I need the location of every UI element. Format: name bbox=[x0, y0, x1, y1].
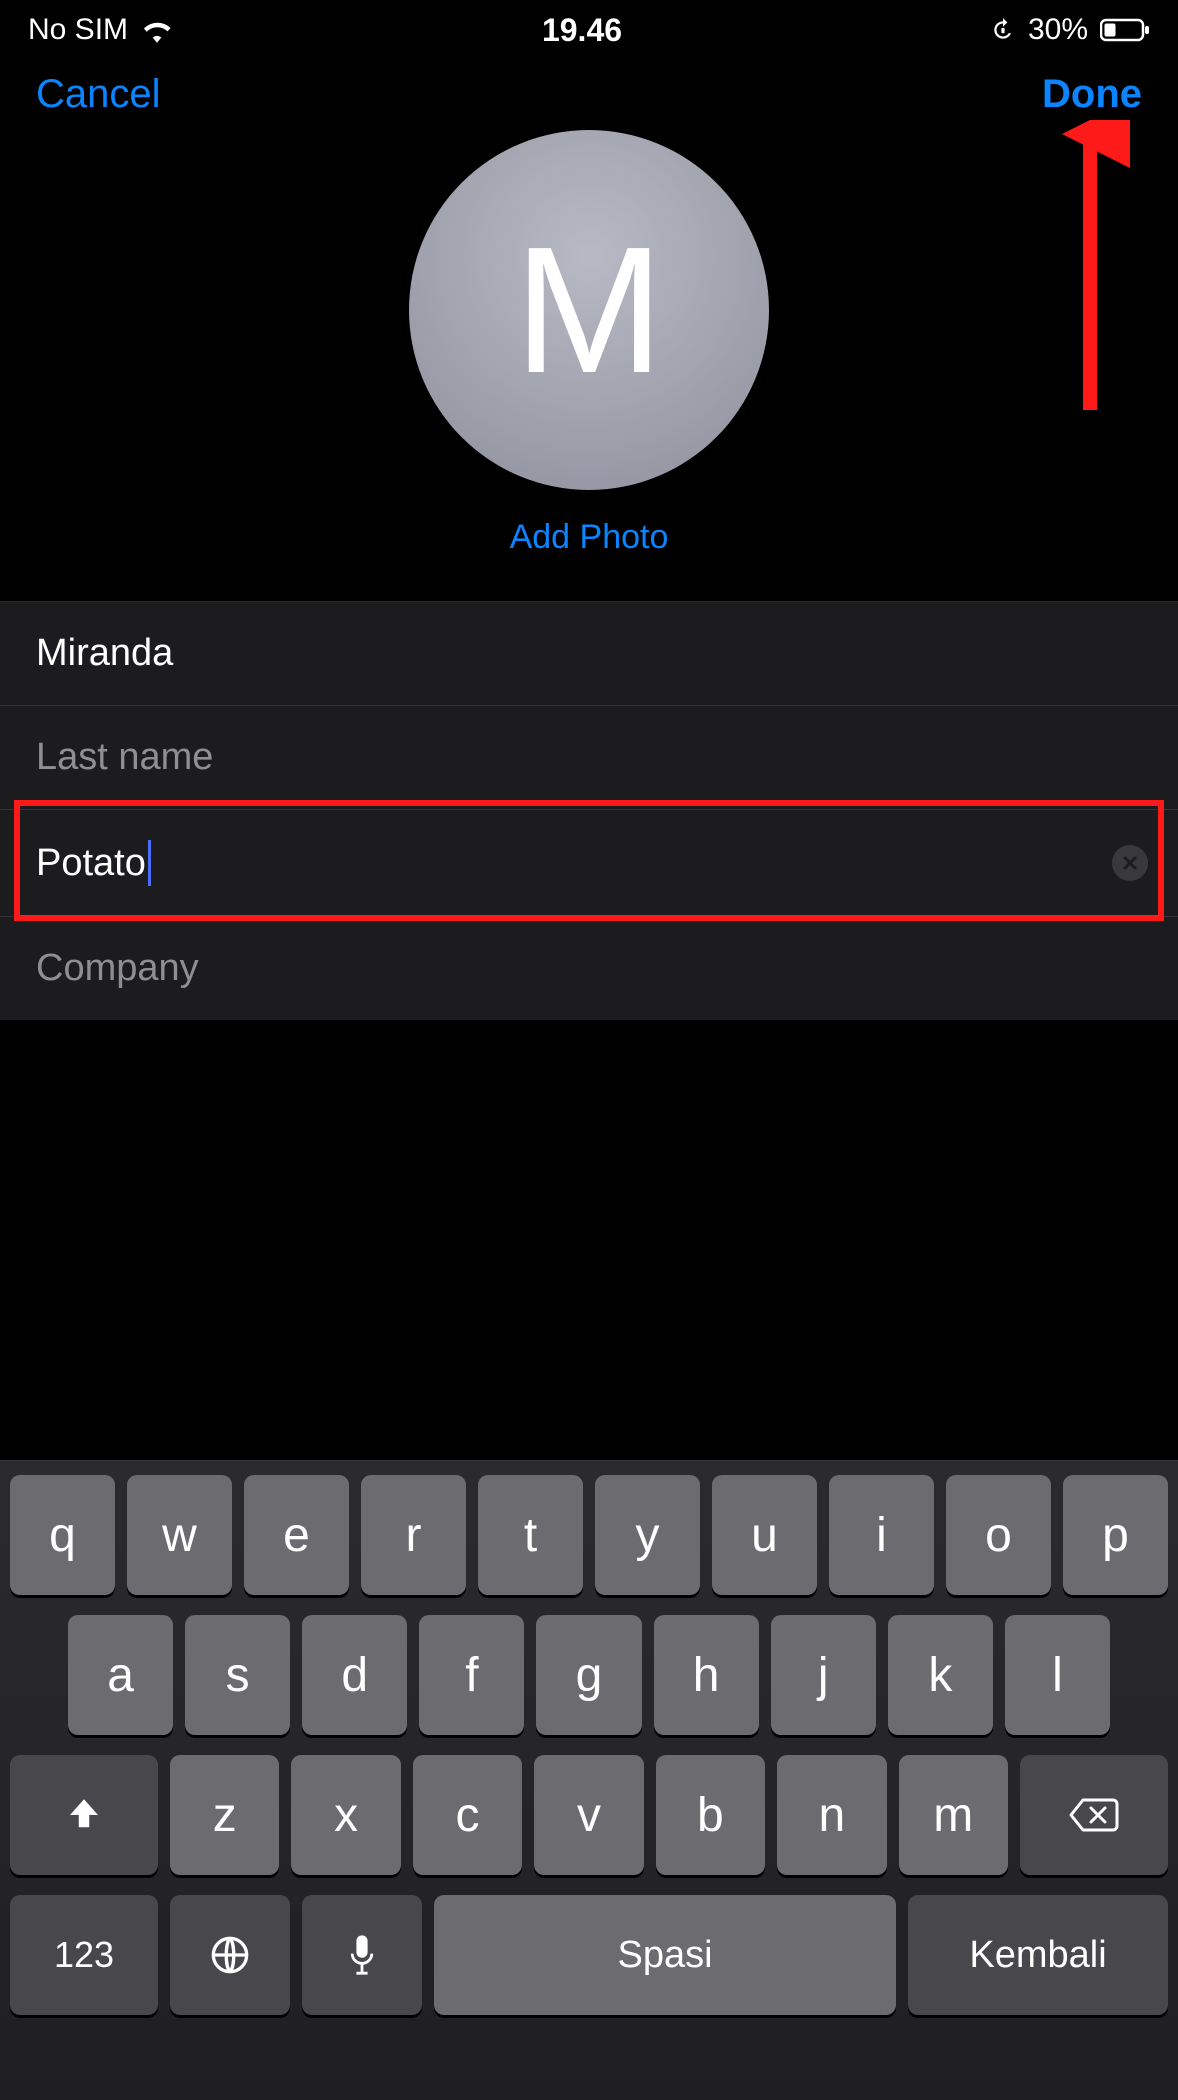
key-x[interactable]: x bbox=[291, 1755, 400, 1875]
space-key[interactable]: Spasi bbox=[434, 1895, 896, 2015]
keyboard-row-4: 123 Spasi Kembali bbox=[10, 1895, 1168, 2015]
company-placeholder: Company bbox=[36, 947, 199, 990]
key-o[interactable]: o bbox=[946, 1475, 1051, 1595]
last-name-field[interactable]: Last name bbox=[0, 706, 1178, 810]
keyboard-row-3: zxcvbnm bbox=[10, 1755, 1168, 1875]
key-l[interactable]: l bbox=[1005, 1615, 1110, 1735]
key-d[interactable]: d bbox=[302, 1615, 407, 1735]
nav-bar: Cancel Done bbox=[0, 56, 1178, 126]
contact-form: Miranda Last name Potato Company bbox=[0, 601, 1178, 1020]
key-y[interactable]: y bbox=[595, 1475, 700, 1595]
key-h[interactable]: h bbox=[654, 1615, 759, 1735]
nickname-field[interactable]: Potato bbox=[0, 810, 1178, 917]
key-q[interactable]: q bbox=[10, 1475, 115, 1595]
key-p[interactable]: p bbox=[1063, 1475, 1168, 1595]
dictation-key[interactable] bbox=[302, 1895, 422, 2015]
battery-icon bbox=[1100, 18, 1150, 42]
first-name-value: Miranda bbox=[36, 632, 173, 675]
key-c[interactable]: c bbox=[413, 1755, 522, 1875]
status-time: 19.46 bbox=[542, 12, 622, 49]
carrier-text: No SIM bbox=[28, 13, 128, 47]
key-k[interactable]: k bbox=[888, 1615, 993, 1735]
key-e[interactable]: e bbox=[244, 1475, 349, 1595]
key-b[interactable]: b bbox=[656, 1755, 765, 1875]
key-w[interactable]: w bbox=[127, 1475, 232, 1595]
key-j[interactable]: j bbox=[771, 1615, 876, 1735]
avatar[interactable]: M bbox=[409, 130, 769, 490]
company-field[interactable]: Company bbox=[0, 917, 1178, 1020]
backspace-key[interactable] bbox=[1020, 1755, 1168, 1875]
status-right: 30% bbox=[990, 13, 1150, 47]
key-t[interactable]: t bbox=[478, 1475, 583, 1595]
key-i[interactable]: i bbox=[829, 1475, 934, 1595]
keyboard-row-1: qwertyuiop bbox=[10, 1475, 1168, 1595]
keyboard: qwertyuiop asdfghjkl zxcvbnm 123 Spasi K… bbox=[0, 1460, 1178, 2100]
wifi-icon bbox=[140, 17, 174, 43]
key-n[interactable]: n bbox=[777, 1755, 886, 1875]
avatar-initial: M bbox=[514, 207, 664, 414]
shift-key[interactable] bbox=[10, 1755, 158, 1875]
battery-pct: 30% bbox=[1028, 13, 1088, 47]
key-f[interactable]: f bbox=[419, 1615, 524, 1735]
status-bar: No SIM 19.46 30% bbox=[0, 0, 1178, 56]
last-name-placeholder: Last name bbox=[36, 736, 213, 779]
done-button[interactable]: Done bbox=[1042, 72, 1142, 117]
key-g[interactable]: g bbox=[536, 1615, 641, 1735]
key-u[interactable]: u bbox=[712, 1475, 817, 1595]
add-photo-button[interactable]: Add Photo bbox=[510, 518, 669, 557]
key-a[interactable]: a bbox=[68, 1615, 173, 1735]
avatar-section: M Add Photo bbox=[0, 126, 1178, 601]
cancel-button[interactable]: Cancel bbox=[36, 72, 161, 117]
numbers-key[interactable]: 123 bbox=[10, 1895, 158, 2015]
key-r[interactable]: r bbox=[361, 1475, 466, 1595]
globe-key[interactable] bbox=[170, 1895, 290, 2015]
return-key[interactable]: Kembali bbox=[908, 1895, 1168, 2015]
rotation-lock-icon bbox=[990, 17, 1016, 43]
keyboard-row-2: asdfghjkl bbox=[10, 1615, 1168, 1735]
key-z[interactable]: z bbox=[170, 1755, 279, 1875]
nickname-value: Potato bbox=[36, 842, 146, 885]
first-name-field[interactable]: Miranda bbox=[0, 602, 1178, 706]
key-v[interactable]: v bbox=[534, 1755, 643, 1875]
key-s[interactable]: s bbox=[185, 1615, 290, 1735]
status-left: No SIM bbox=[28, 13, 174, 47]
key-m[interactable]: m bbox=[899, 1755, 1008, 1875]
text-caret bbox=[148, 840, 151, 886]
clear-text-button[interactable] bbox=[1112, 845, 1148, 881]
